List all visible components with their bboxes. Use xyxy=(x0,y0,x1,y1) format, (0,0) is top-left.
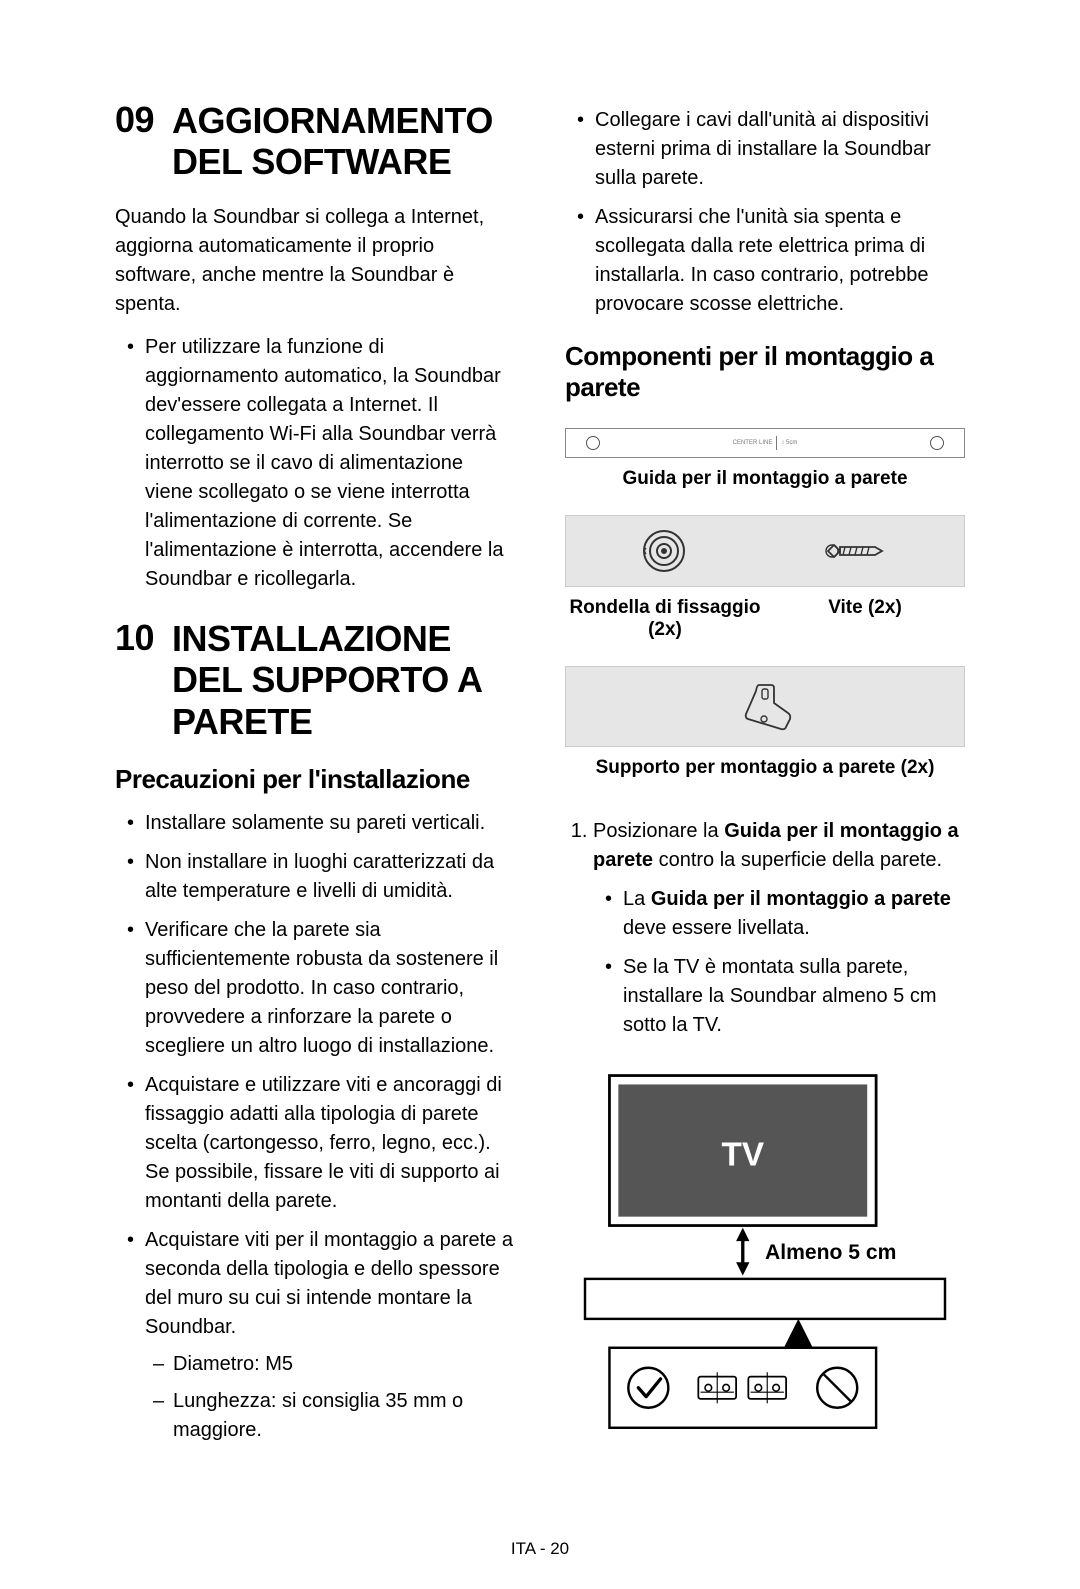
section-10-heading: 10 INSTALLAZIONE DEL SUPPORTO A PARETE xyxy=(115,618,515,742)
washer-icon xyxy=(641,528,687,574)
component-label: Rondella di fissaggio (2x) xyxy=(565,597,765,641)
subsection-precautions: Precauzioni per l'installazione xyxy=(115,764,515,795)
list-item-text: Acquistare viti per il montaggio a paret… xyxy=(145,1229,513,1338)
tv-soundbar-diagram: TV Almeno 5 cm xyxy=(565,1070,965,1437)
component-bracket: Supporto per montaggio a parete (2x) xyxy=(565,666,965,779)
text-bold: Guida per il montaggio a parete xyxy=(651,888,951,910)
text: deve essere livellata. xyxy=(623,917,810,939)
text: La xyxy=(623,888,651,910)
list-item: Acquistare e utilizzare viti e ancoraggi… xyxy=(145,1071,515,1216)
list-item: Verificare che la parete sia sufficiente… xyxy=(145,916,515,1061)
install-steps: Posizionare la Guida per il montaggio a … xyxy=(565,817,965,1040)
component-guide: CENTER LINE↕ 5cm Guida per il montaggio … xyxy=(565,428,965,490)
diagram-tv-label: TV xyxy=(721,1137,764,1174)
screw-icon xyxy=(820,531,890,571)
step-1-sublist: La Guida per il montaggio a parete deve … xyxy=(593,885,965,1040)
wall-guide-icon: CENTER LINE↕ 5cm xyxy=(565,428,965,458)
section-09-intro: Quando la Soundbar si collega a Internet… xyxy=(115,203,515,319)
list-item: Collegare i cavi dall'unità ai dispositi… xyxy=(595,106,965,193)
list-item: Installare solamente su pareti verticali… xyxy=(145,809,515,838)
text: contro la superficie della parete. xyxy=(653,849,942,871)
component-label: Guida per il montaggio a parete xyxy=(565,468,965,490)
step-1: Posizionare la Guida per il montaggio a … xyxy=(593,817,965,1040)
list-item: Assicurarsi che l'unità sia spenta e sco… xyxy=(595,203,965,319)
component-label: Supporto per montaggio a parete (2x) xyxy=(565,757,965,779)
page-footer: ITA - 20 xyxy=(0,1539,1080,1589)
section-09-bullets: Per utilizzare la funzione di aggiorname… xyxy=(115,333,515,594)
section-title: INSTALLAZIONE DEL SUPPORTO A PARETE xyxy=(172,618,515,742)
list-item: Lunghezza: si consiglia 35 mm o maggiore… xyxy=(173,1387,515,1445)
precautions-list-right: Collegare i cavi dall'unità ai dispositi… xyxy=(565,106,965,319)
spec-sublist: Diametro: M5 Lunghezza: si consiglia 35 … xyxy=(145,1350,515,1445)
text: Posizionare la xyxy=(593,820,724,842)
right-column: Collegare i cavi dall'unità ai dispositi… xyxy=(565,100,965,1459)
section-number: 10 xyxy=(115,618,154,658)
list-item: Per utilizzare la funzione di aggiorname… xyxy=(145,333,515,594)
diagram-gap-label: Almeno 5 cm xyxy=(765,1241,896,1264)
precautions-list: Installare solamente su pareti verticali… xyxy=(115,809,515,1445)
bracket-icon xyxy=(734,679,796,734)
list-item: Diametro: M5 xyxy=(173,1350,515,1379)
list-item: La Guida per il montaggio a parete deve … xyxy=(623,885,965,943)
left-column: 09 AGGIORNAMENTO DEL SOFTWARE Quando la … xyxy=(115,100,515,1459)
subsection-components: Componenti per il montaggio a parete xyxy=(565,341,965,403)
list-item: Acquistare viti per il montaggio a paret… xyxy=(145,1226,515,1445)
section-09-heading: 09 AGGIORNAMENTO DEL SOFTWARE xyxy=(115,100,515,183)
list-item: Non installare in luoghi caratterizzati … xyxy=(145,848,515,906)
page-content: 09 AGGIORNAMENTO DEL SOFTWARE Quando la … xyxy=(0,0,1080,1519)
list-item: Se la TV è montata sulla parete, install… xyxy=(623,953,965,1040)
component-washer-screw: Rondella di fissaggio (2x) Vite (2x) xyxy=(565,515,965,641)
section-title: AGGIORNAMENTO DEL SOFTWARE xyxy=(172,100,515,183)
component-label: Vite (2x) xyxy=(765,597,965,641)
section-number: 09 xyxy=(115,100,154,140)
